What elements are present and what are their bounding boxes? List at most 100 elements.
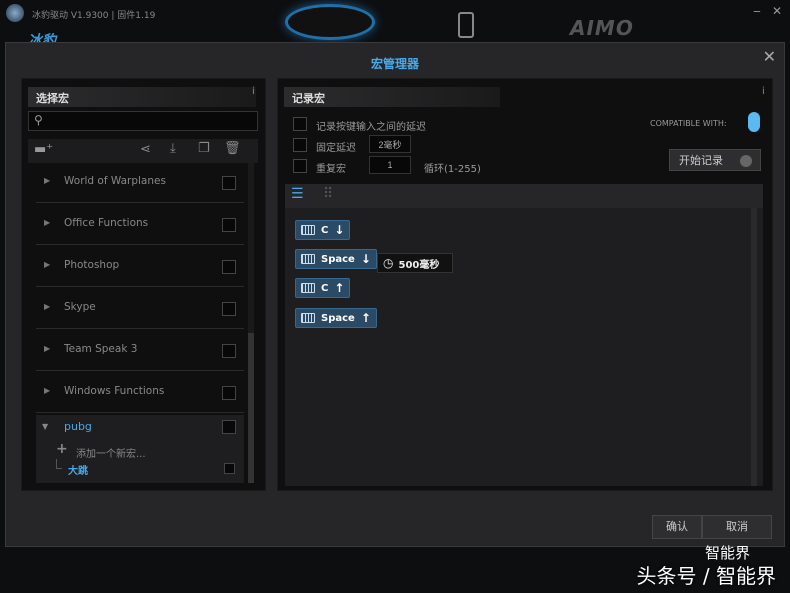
view-toolbar: ☰ ⠿ (285, 184, 763, 208)
repeat-input[interactable] (369, 156, 411, 174)
expand-arrow-icon[interactable]: ▶ (44, 386, 50, 395)
key-down-arrow-icon: ↓ (334, 223, 345, 237)
delay-step[interactable]: ◷ 500毫秒 (377, 253, 453, 273)
list-view-icon[interactable]: ☰ (291, 186, 304, 202)
grid-view-icon[interactable]: ⠿ (323, 186, 333, 202)
start-record-button[interactable]: 开始记录 (669, 149, 761, 171)
info-icon[interactable]: i (762, 86, 765, 97)
start-record-label: 开始记录 (679, 154, 723, 167)
record-macro-panel: 记录宏 i 记录按键输入之间的延迟 固定延迟 重复宏 循环(1-255) COM… (277, 78, 773, 491)
expand-arrow-icon[interactable]: ▶ (44, 260, 50, 269)
macro-item-label[interactable]: 大跳 (68, 462, 88, 477)
key-up-arrow-icon: ↑ (334, 281, 345, 295)
plus-icon[interactable]: + (56, 441, 68, 457)
macro-checkbox[interactable] (222, 302, 236, 316)
app-close-button[interactable]: ✕ (768, 4, 786, 20)
key-up-arrow-icon: ↑ (360, 311, 371, 325)
search-input[interactable]: ⚲ (28, 111, 258, 131)
macro-group-expanded: ▼ pubg + 添加一个新宏... 大跳 (36, 415, 244, 483)
record-delay-label: 记录按键输入之间的延迟 (316, 122, 426, 133)
mouse-compatible-icon (748, 112, 760, 132)
share-icon[interactable]: ⋖ (140, 142, 151, 157)
macro-checkbox[interactable] (222, 386, 236, 400)
macro-checkbox[interactable] (224, 463, 235, 474)
aimo-logo[interactable]: AIMO (570, 16, 634, 40)
scrollbar[interactable] (248, 163, 254, 483)
info-icon[interactable]: i (252, 86, 255, 97)
record-macro-header: 记录宏 (284, 87, 500, 107)
select-macro-panel: 选择宏 i ⚲ ▬⁺ ⋖ ⤓ ❐ 🗑 ▶ World of Warplanes ▶… (21, 78, 266, 491)
mouse-image[interactable] (285, 4, 375, 40)
macro-group-label: Skype (64, 301, 96, 313)
macro-checkbox[interactable] (222, 176, 236, 190)
step-key: C (321, 224, 329, 236)
macro-manager-dialog: 宏管理器 ✕ 选择宏 i ⚲ ▬⁺ ⋖ ⤓ ❐ 🗑 ▶ World of Warp… (5, 42, 785, 547)
keyboard-icon (301, 225, 315, 235)
select-macro-header: 选择宏 (28, 87, 256, 107)
macro-group[interactable]: ▶ Team Speak 3 (36, 331, 244, 371)
macro-steps-area: C ↓ Space ↓ C ↑ Space ↑ ◷ 500毫秒 (285, 208, 763, 486)
macro-group-label: World of Warplanes (64, 175, 166, 187)
expand-arrow-icon[interactable]: ▶ (44, 176, 50, 185)
repeat-hint: 循环(1-255) (424, 164, 481, 175)
copy-icon[interactable]: ❐ (198, 141, 210, 156)
record-delay-checkbox[interactable] (293, 117, 307, 131)
macro-group[interactable]: ▶ Skype (36, 289, 244, 329)
step-key: C (321, 282, 329, 294)
macro-step[interactable]: Space ↓ (295, 249, 377, 269)
macro-step[interactable]: C ↑ (295, 278, 351, 298)
macro-group-label[interactable]: pubg (64, 420, 92, 433)
fixed-delay-checkbox[interactable] (293, 138, 307, 152)
fixed-delay-label: 固定延迟 (316, 143, 356, 154)
phone-icon[interactable] (458, 12, 474, 38)
scrollbar[interactable] (751, 208, 757, 486)
macro-checkbox[interactable] (222, 218, 236, 232)
macro-checkbox[interactable] (222, 420, 236, 434)
macro-checkbox[interactable] (222, 344, 236, 358)
collapse-arrow-icon[interactable]: ▼ (42, 422, 48, 431)
app-title: 冰豹驱动 V1.9300 | 固件1.19 (32, 11, 156, 21)
macro-group[interactable]: ▶ Photoshop (36, 247, 244, 287)
confirm-button[interactable]: 确认 (652, 515, 702, 539)
key-down-arrow-icon: ↓ (360, 252, 371, 266)
cancel-button[interactable]: 取消 (702, 515, 772, 539)
fixed-delay-input[interactable] (369, 135, 411, 153)
macro-group-label: Office Functions (64, 217, 149, 229)
watermark: 头条号 / 智能界 (636, 564, 776, 588)
dialog-close-button[interactable]: ✕ (763, 47, 776, 66)
expand-arrow-icon[interactable]: ▶ (44, 302, 50, 311)
delete-icon[interactable]: 🗑 (224, 141, 241, 156)
minimize-button[interactable]: ‒ (748, 4, 766, 20)
macro-list: ▶ World of Warplanes ▶ Office Functions ▶ P… (28, 163, 244, 483)
repeat-label: 重复宏 (316, 164, 346, 175)
keyboard-icon (301, 254, 315, 264)
macro-step[interactable]: C ↓ (295, 220, 351, 240)
macro-group-label: Photoshop (64, 259, 120, 271)
record-indicator-icon (740, 155, 752, 167)
compatible-label: COMPATIBLE WITH: (650, 119, 727, 128)
clock-icon: ◷ (383, 256, 394, 270)
macro-group-label: Windows Functions (64, 385, 165, 397)
macro-checkbox[interactable] (222, 260, 236, 274)
expand-arrow-icon[interactable]: ▶ (44, 218, 50, 227)
keyboard-icon (301, 283, 315, 293)
search-icon: ⚲ (34, 113, 43, 127)
macro-group[interactable]: ▶ Office Functions (36, 205, 244, 245)
add-macro-link[interactable]: 添加一个新宏... (76, 445, 146, 460)
delay-value: 500毫秒 (398, 259, 440, 271)
expand-arrow-icon[interactable]: ▶ (44, 344, 50, 353)
macro-group-label: Team Speak 3 (64, 343, 138, 355)
step-key: Space (321, 312, 355, 324)
import-icon[interactable]: ⤓ (170, 141, 176, 156)
keyboard-icon (301, 313, 315, 323)
new-folder-icon[interactable]: ▬⁺ (34, 142, 53, 157)
dialog-title: 宏管理器 (370, 57, 419, 71)
macro-step[interactable]: Space ↑ (295, 308, 377, 328)
step-key: Space (321, 253, 355, 265)
app-logo (6, 4, 24, 22)
repeat-checkbox[interactable] (293, 159, 307, 173)
macro-toolbar: ▬⁺ ⋖ ⤓ ❐ 🗑 (28, 139, 258, 163)
tree-line (56, 459, 62, 469)
macro-group[interactable]: ▶ World of Warplanes (36, 163, 244, 203)
macro-group[interactable]: ▶ Windows Functions (36, 373, 244, 413)
